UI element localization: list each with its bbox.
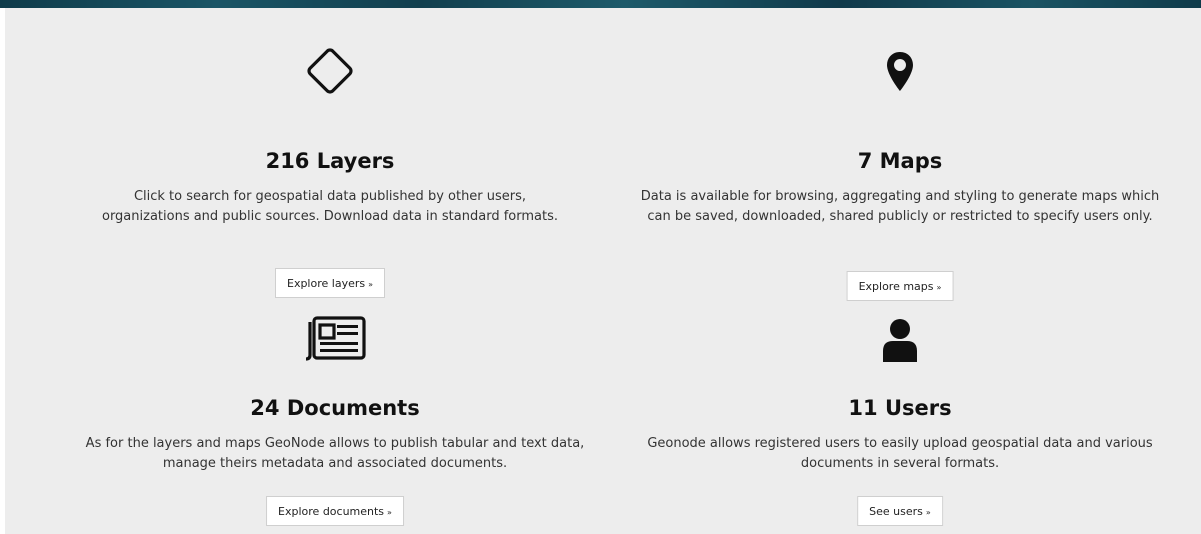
- explore-layers-arrow: »: [368, 280, 374, 289]
- maps-description: Data is available for browsing, aggregat…: [640, 189, 1160, 224]
- explore-maps-label: Explore maps: [858, 280, 934, 293]
- explore-layers-label: Explore layers: [286, 277, 366, 290]
- explore-documents-label: Explore documents: [278, 505, 385, 518]
- top-banner: [0, 0, 1201, 8]
- stats-panel: 216 Layers Click to search for geospatia…: [5, 8, 1201, 534]
- layers-description: Click to search for geospatial data publ…: [101, 189, 558, 224]
- diamond-outline-icon: [304, 45, 356, 101]
- see-users-label: See users: [869, 505, 923, 518]
- documents-count-title: 24 Documents: [250, 396, 420, 420]
- see-users-arrow: »: [925, 508, 931, 517]
- map-marker-icon: [884, 50, 916, 98]
- users-count-title: 11 Users: [848, 396, 952, 420]
- explore-maps-arrow: »: [936, 283, 942, 292]
- documents-description: As for the layers and maps GeoNode allow…: [85, 436, 585, 471]
- maps-count-title: 7 Maps: [857, 149, 943, 173]
- layers-count-title: 216 Layers: [265, 149, 395, 173]
- user-icon: [880, 318, 920, 368]
- explore-documents-button[interactable]: Explore documents»: [266, 496, 404, 526]
- explore-layers-button[interactable]: Explore layers»: [274, 268, 386, 298]
- see-users-button[interactable]: See users»: [857, 496, 943, 526]
- newspaper-icon: [302, 315, 368, 365]
- users-description: Geonode allows registered users to easil…: [647, 436, 1153, 471]
- explore-maps-button[interactable]: Explore maps»: [846, 271, 954, 301]
- explore-documents-arrow: »: [387, 508, 392, 517]
